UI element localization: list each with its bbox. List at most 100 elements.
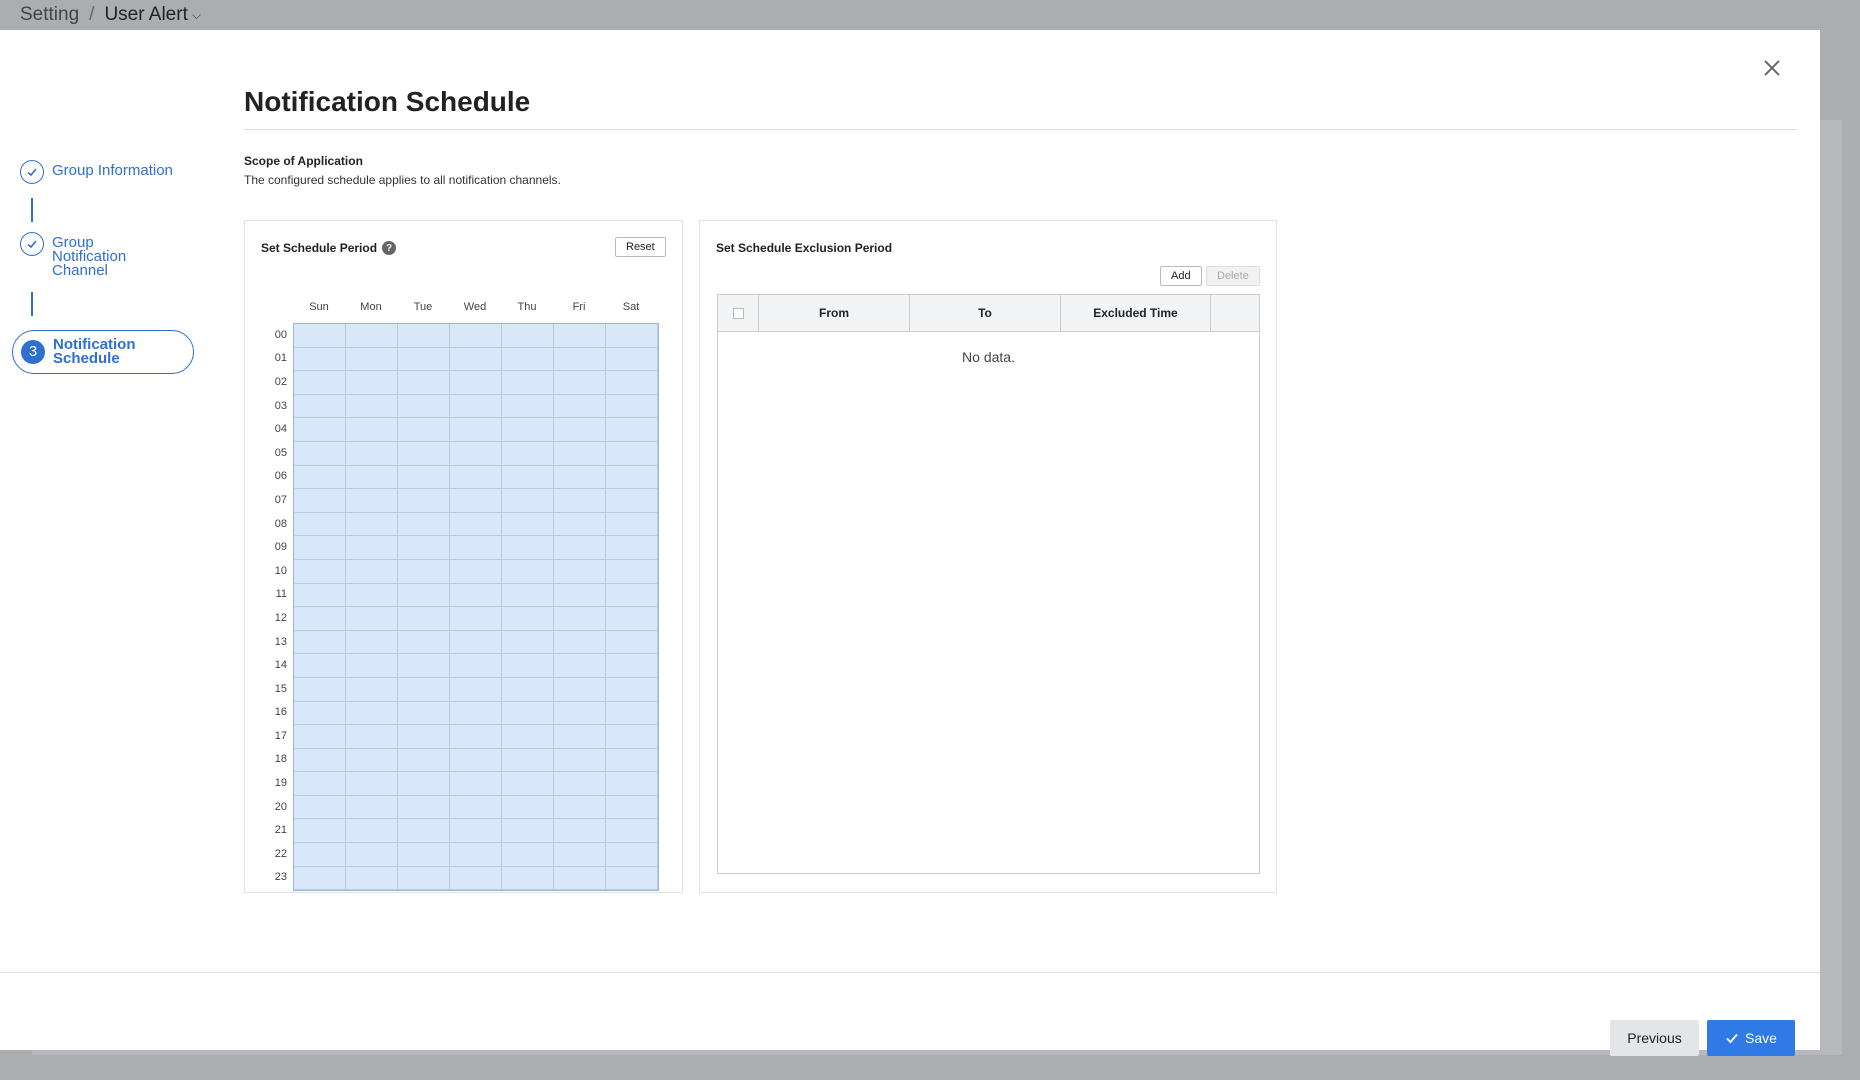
hour-label[interactable]: 15 <box>259 677 287 701</box>
schedule-cell[interactable] <box>606 843 658 867</box>
schedule-cell[interactable] <box>554 654 606 678</box>
schedule-cell[interactable] <box>450 371 502 395</box>
schedule-cell[interactable] <box>554 866 606 891</box>
schedule-cell[interactable] <box>554 324 606 348</box>
schedule-cell[interactable] <box>398 701 450 726</box>
schedule-cell[interactable] <box>502 418 554 442</box>
schedule-cell[interactable] <box>554 843 606 867</box>
schedule-cell[interactable] <box>554 559 606 584</box>
schedule-cell[interactable] <box>502 583 554 608</box>
step-notification-schedule[interactable]: 3 Notification Schedule <box>12 330 194 374</box>
schedule-cell[interactable] <box>294 371 346 395</box>
schedule-cell[interactable] <box>294 866 346 891</box>
schedule-cell[interactable] <box>606 371 658 395</box>
schedule-cell[interactable] <box>450 394 502 419</box>
schedule-cell[interactable] <box>554 371 606 395</box>
schedule-cell[interactable] <box>554 630 606 655</box>
schedule-cell[interactable] <box>294 536 346 560</box>
schedule-cell[interactable] <box>502 607 554 631</box>
schedule-cell[interactable] <box>502 324 554 348</box>
schedule-cell[interactable] <box>554 748 606 773</box>
schedule-cell[interactable] <box>450 843 502 867</box>
hour-label[interactable]: 11 <box>259 583 287 607</box>
schedule-cell[interactable] <box>398 512 450 537</box>
schedule-cell[interactable] <box>450 630 502 655</box>
schedule-cell[interactable] <box>606 725 658 749</box>
schedule-cell[interactable] <box>294 583 346 608</box>
breadcrumb-current[interactable]: User Alert <box>104 4 187 26</box>
day-header[interactable]: Thu <box>501 301 553 313</box>
add-button[interactable]: Add <box>1160 266 1202 286</box>
schedule-cell[interactable] <box>346 795 398 820</box>
schedule-cell[interactable] <box>398 394 450 419</box>
schedule-cell[interactable] <box>294 819 346 844</box>
schedule-cell[interactable] <box>294 394 346 419</box>
schedule-cell[interactable] <box>450 772 502 796</box>
schedule-cell[interactable] <box>294 630 346 655</box>
schedule-cell[interactable] <box>346 512 398 537</box>
schedule-cell[interactable] <box>346 819 398 844</box>
schedule-cell[interactable] <box>502 725 554 749</box>
schedule-cell[interactable] <box>450 441 502 466</box>
schedule-cell[interactable] <box>346 536 398 560</box>
schedule-cell[interactable] <box>450 748 502 773</box>
save-button[interactable]: Save <box>1707 1020 1795 1056</box>
schedule-cell[interactable] <box>294 559 346 584</box>
schedule-cell[interactable] <box>502 371 554 395</box>
schedule-cell[interactable] <box>450 701 502 726</box>
schedule-cell[interactable] <box>398 441 450 466</box>
schedule-cell[interactable] <box>554 819 606 844</box>
schedule-cell[interactable] <box>502 630 554 655</box>
schedule-cell[interactable] <box>398 418 450 442</box>
day-header[interactable]: Fri <box>553 301 605 313</box>
schedule-cell[interactable] <box>606 819 658 844</box>
schedule-cell[interactable] <box>502 654 554 678</box>
schedule-cell[interactable] <box>346 654 398 678</box>
schedule-cell[interactable] <box>346 347 398 372</box>
help-icon[interactable]: ? <box>382 241 396 255</box>
schedule-cell[interactable] <box>450 725 502 749</box>
schedule-cell[interactable] <box>398 654 450 678</box>
schedule-cell[interactable] <box>502 866 554 891</box>
schedule-cell[interactable] <box>294 512 346 537</box>
schedule-cell[interactable] <box>450 489 502 513</box>
schedule-cell[interactable] <box>502 819 554 844</box>
schedule-cell[interactable] <box>346 418 398 442</box>
hour-label[interactable]: 07 <box>259 488 287 512</box>
schedule-cell[interactable] <box>294 441 346 466</box>
schedule-cell[interactable] <box>346 725 398 749</box>
schedule-cell[interactable] <box>294 795 346 820</box>
schedule-cell[interactable] <box>606 512 658 537</box>
schedule-cell[interactable] <box>398 748 450 773</box>
schedule-cell[interactable] <box>346 677 398 702</box>
schedule-cell[interactable] <box>398 583 450 608</box>
schedule-cell[interactable] <box>554 418 606 442</box>
schedule-cell[interactable] <box>398 630 450 655</box>
schedule-cell[interactable] <box>294 654 346 678</box>
schedule-cell[interactable] <box>346 748 398 773</box>
schedule-cell[interactable] <box>554 465 606 490</box>
schedule-cell[interactable] <box>450 795 502 820</box>
schedule-cell[interactable] <box>502 536 554 560</box>
schedule-cell[interactable] <box>502 677 554 702</box>
breadcrumb-parent[interactable]: Setting <box>20 4 79 26</box>
schedule-cell[interactable] <box>554 772 606 796</box>
hour-label[interactable]: 06 <box>259 465 287 489</box>
schedule-cell[interactable] <box>554 347 606 372</box>
schedule-cell[interactable] <box>294 347 346 372</box>
schedule-cell[interactable] <box>554 489 606 513</box>
schedule-cell[interactable] <box>606 347 658 372</box>
schedule-cell[interactable] <box>450 512 502 537</box>
column-header-to[interactable]: To <box>910 295 1061 331</box>
schedule-cell[interactable] <box>450 654 502 678</box>
hour-label[interactable]: 14 <box>259 653 287 677</box>
schedule-cell[interactable] <box>346 772 398 796</box>
schedule-cell[interactable] <box>346 371 398 395</box>
schedule-cell[interactable] <box>450 866 502 891</box>
schedule-cell[interactable] <box>502 843 554 867</box>
day-header[interactable]: Mon <box>345 301 397 313</box>
hour-label[interactable]: 02 <box>259 370 287 394</box>
hour-label[interactable]: 03 <box>259 394 287 418</box>
previous-button[interactable]: Previous <box>1610 1020 1699 1056</box>
day-header[interactable]: Sat <box>605 301 657 313</box>
